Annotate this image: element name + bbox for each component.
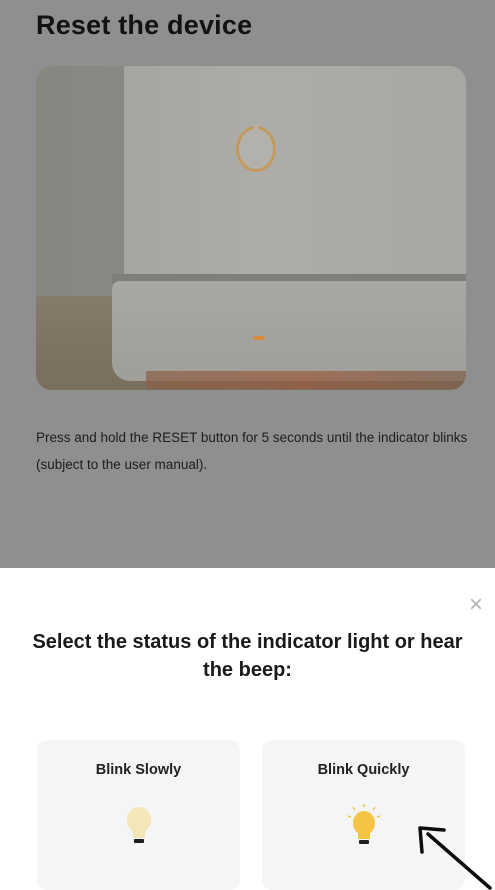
bulb-dim-icon <box>127 807 151 843</box>
sheet-title: Select the status of the indicator light… <box>32 631 463 681</box>
bulb-lit-icon <box>348 804 380 844</box>
option-blink-slowly[interactable]: Blink Slowly <box>37 740 240 890</box>
page-title: Reset the device <box>36 10 253 40</box>
option-label: Blink Quickly <box>317 762 410 778</box>
pointer-arrow-icon <box>418 826 492 890</box>
indicator-led <box>253 336 265 340</box>
option-label: Blink Slowly <box>95 762 182 778</box>
background-page: Reset the device Press and hold the RESE… <box>0 0 495 568</box>
close-icon[interactable]: × <box>464 593 488 617</box>
power-button-icon <box>236 125 276 172</box>
device-photo <box>36 66 466 390</box>
reset-instruction: Press and hold the RESET button for 5 se… <box>36 430 468 472</box>
